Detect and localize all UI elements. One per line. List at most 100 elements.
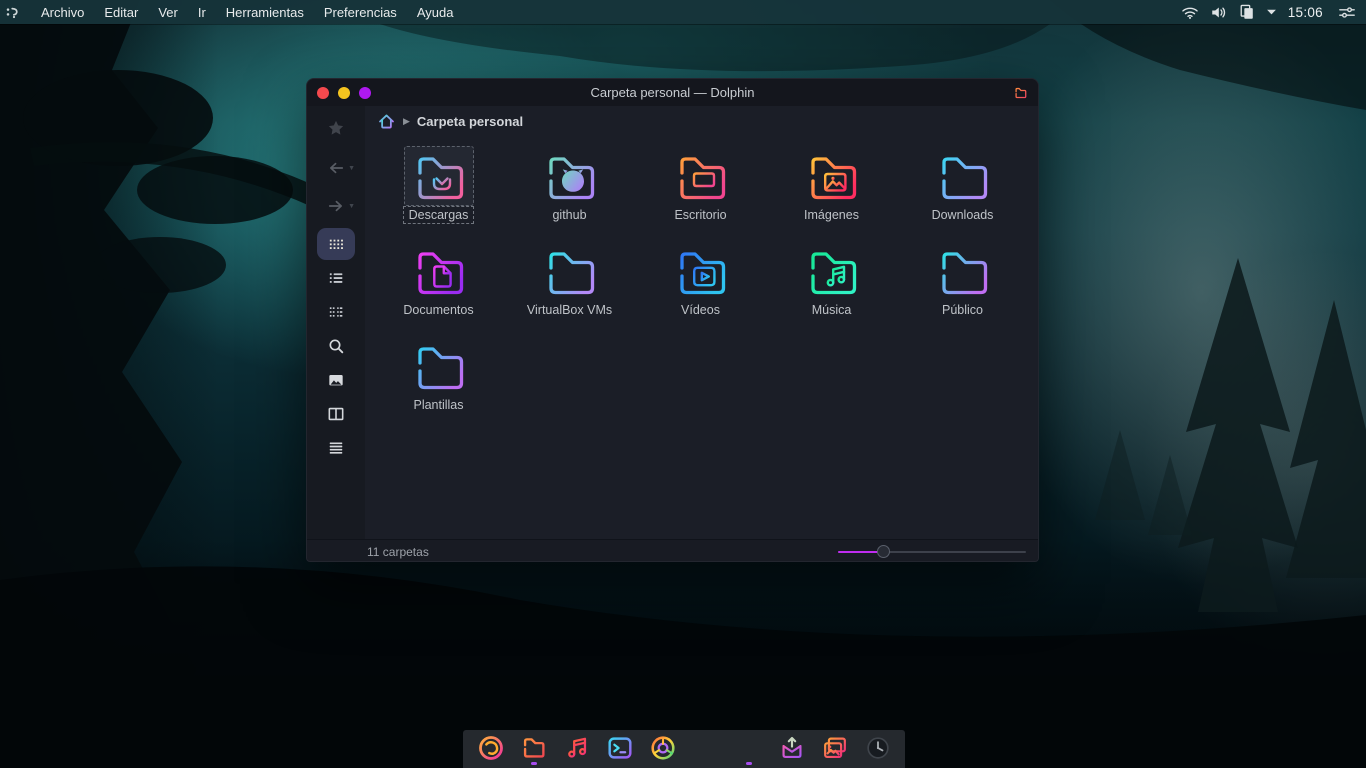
folder-icon (797, 241, 867, 301)
photos-icon[interactable] (819, 732, 851, 766)
sidebar-item-back[interactable]: ▼ (317, 152, 355, 184)
window-controls (317, 86, 371, 99)
folder-label: Vídeos (681, 303, 720, 317)
arrow-left-icon (326, 158, 346, 178)
clipboard-icon[interactable] (1239, 4, 1255, 20)
folder-icon (404, 241, 474, 301)
folder-item-musica[interactable]: Música (766, 241, 897, 336)
dolphin-window: Carpeta personal — Dolphin ▼ ▼ ▶ Carpeta… (306, 78, 1039, 562)
maximize-button[interactable] (359, 86, 371, 99)
sidebar-item-icons-view[interactable] (317, 228, 355, 260)
folder-item-plantillas[interactable]: Plantillas (373, 336, 504, 431)
volume-icon[interactable] (1210, 5, 1228, 20)
wifi-icon[interactable] (1181, 5, 1199, 20)
list-view-icon (326, 268, 346, 288)
image-preview-icon (326, 370, 346, 390)
sidebar-item-preview[interactable] (317, 364, 355, 396)
folder-icon (403, 146, 474, 206)
folder-item-documentos[interactable]: Documentos (373, 241, 504, 336)
folder-item-github[interactable]: github (504, 146, 635, 241)
close-button[interactable] (317, 86, 329, 99)
minimize-button[interactable] (338, 86, 350, 99)
caret-down-icon[interactable] (1266, 8, 1277, 16)
menu-item-herramientas[interactable]: Herramientas (217, 3, 313, 22)
compact-view-icon (326, 302, 346, 322)
folder-label: Imágenes (804, 208, 859, 222)
dropdown-caret-icon: ▼ (348, 165, 355, 172)
folder-item-publico[interactable]: Público (897, 241, 1028, 336)
menubar-items: Archivo Editar Ver Ir Herramientas Preferenci… (32, 3, 462, 22)
dock (463, 730, 905, 768)
split-view-icon (326, 404, 346, 424)
status-text: 11 carpetas (367, 545, 429, 559)
arrow-right-icon (326, 196, 346, 216)
folder-item-videos[interactable]: Vídeos (635, 241, 766, 336)
distro-logo-icon[interactable] (6, 5, 20, 19)
folder-icon (928, 146, 998, 206)
folder-label: Downloads (931, 208, 994, 222)
menu-item-ir[interactable]: Ir (189, 3, 215, 22)
menu-item-ver[interactable]: Ver (149, 3, 187, 22)
sidebar-item-list-view[interactable] (317, 262, 355, 294)
tune-sliders-icon[interactable] (1338, 5, 1356, 20)
zoom-slider-handle[interactable] (877, 545, 891, 558)
settings-gear-icon[interactable] (733, 732, 765, 766)
folder-item-descargas[interactable]: Descargas (373, 146, 504, 241)
search-icon (326, 336, 346, 356)
statusbar: 11 carpetas (307, 539, 1038, 561)
folder-item-imagenes[interactable]: Imágenes (766, 146, 897, 241)
main-panel: ▶ Carpeta personal Descargas github Escrit… (365, 106, 1038, 539)
folder-item-downloads[interactable]: Downloads (897, 146, 1028, 241)
dropdown-caret-icon: ▼ (348, 203, 355, 210)
star-icon (326, 118, 346, 138)
folder-icon (666, 146, 736, 206)
folder-icon (535, 146, 605, 206)
sidebar-item-search[interactable] (317, 330, 355, 362)
folder-label: Documentos (403, 303, 474, 317)
file-manager-icon[interactable] (518, 732, 550, 766)
folder-item-virtualbox-vms[interactable]: VirtualBox VMs (504, 241, 635, 336)
menu-item-ayuda[interactable]: Ayuda (408, 3, 463, 22)
hamburger-menu-icon (326, 438, 346, 458)
sidebar-item-forward[interactable]: ▼ (317, 190, 355, 222)
terminal-icon[interactable] (604, 732, 636, 766)
menubar: Archivo Editar Ver Ir Herramientas Preferenci… (0, 0, 1366, 24)
breadcrumb-current[interactable]: Carpeta personal (417, 114, 523, 129)
menu-item-archivo[interactable]: Archivo (32, 3, 93, 22)
menu-item-preferencias[interactable]: Preferencias (315, 3, 406, 22)
music-app-icon[interactable] (561, 732, 593, 766)
sidebar-item-menu[interactable] (317, 432, 355, 464)
folder-icon (535, 241, 605, 301)
sidebar-item-split-view[interactable] (317, 398, 355, 430)
menu-item-editar[interactable]: Editar (95, 3, 147, 22)
folder-label: Plantillas (413, 398, 464, 412)
mail-send-icon[interactable] (776, 732, 808, 766)
folder-icon (1013, 86, 1028, 99)
folder-label: Escritorio (674, 208, 727, 222)
breadcrumb-caret-icon: ▶ (403, 115, 410, 126)
tray-clock[interactable]: 15:06 (1288, 5, 1323, 20)
sidebar-item-favorites[interactable] (317, 112, 355, 144)
zoom-slider[interactable] (838, 545, 1026, 559)
system-tray: 15:06 (1181, 4, 1366, 20)
folder-item-escritorio[interactable]: Escritorio (635, 146, 766, 241)
folder-icon (666, 241, 736, 301)
vscode-icon[interactable] (690, 732, 722, 766)
breadcrumb: ▶ Carpeta personal (365, 106, 1038, 136)
folder-icon (404, 336, 474, 396)
clock-icon[interactable] (862, 732, 894, 766)
titlebar[interactable]: Carpeta personal — Dolphin (307, 79, 1038, 106)
chrome-icon[interactable] (647, 732, 679, 766)
folder-grid: Descargas github Escritorio Imágenes Downloa… (365, 136, 1038, 431)
folder-icon (928, 241, 998, 301)
folder-label: Público (942, 303, 983, 317)
firefox-icon[interactable] (475, 732, 507, 766)
window-title: Carpeta personal — Dolphin (590, 85, 755, 100)
sidebar: ▼ ▼ (307, 106, 365, 539)
folder-label: github (552, 208, 587, 222)
folder-label: VirtualBox VMs (526, 303, 613, 317)
home-icon[interactable] (377, 112, 396, 131)
folder-label: Descargas (402, 206, 475, 224)
sidebar-item-compact-view[interactable] (317, 296, 355, 328)
folder-icon (797, 146, 867, 206)
